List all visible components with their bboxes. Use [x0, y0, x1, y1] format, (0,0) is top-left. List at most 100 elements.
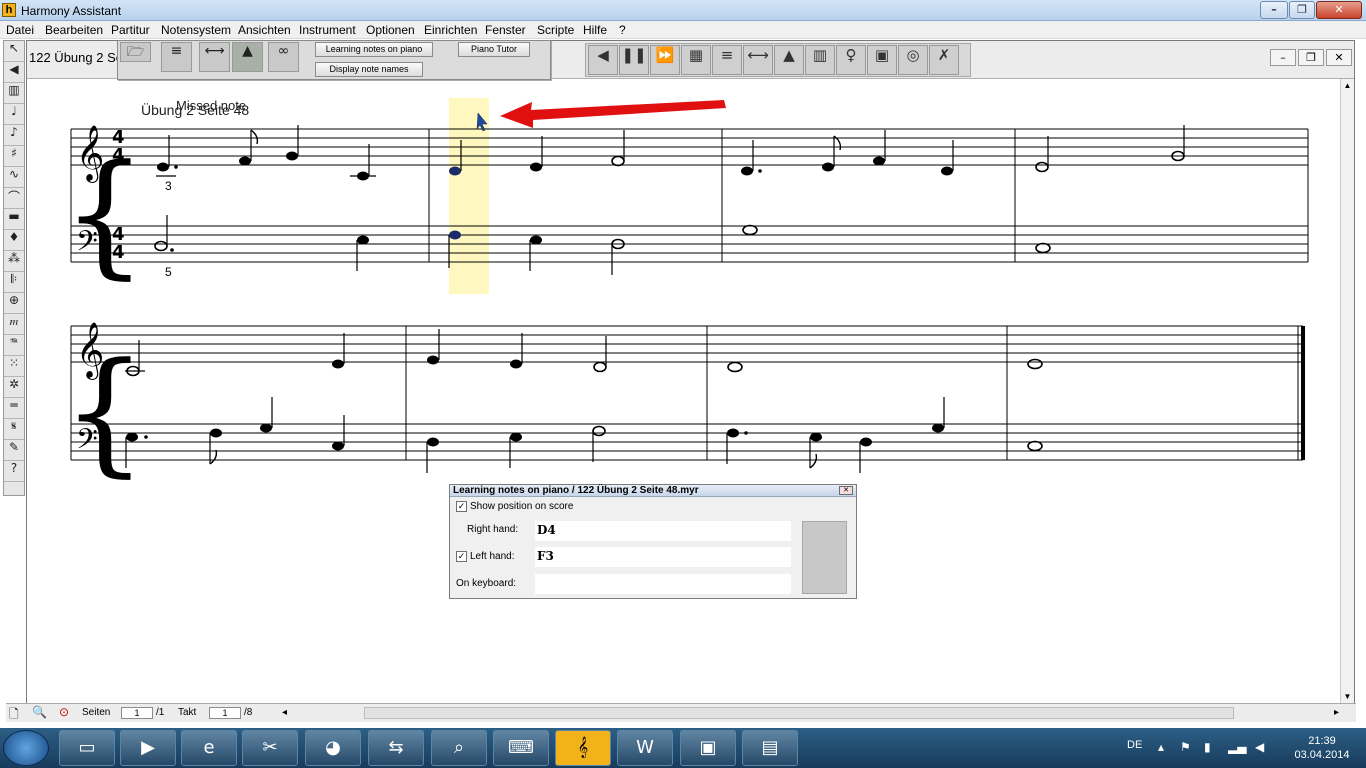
- metronome-icon[interactable]: ▲: [774, 45, 804, 75]
- language-indicator[interactable]: DE: [1127, 739, 1142, 751]
- articulation-tool-icon[interactable]: ♦: [4, 230, 24, 251]
- drums-icon[interactable]: ◎: [898, 45, 928, 75]
- pedal-tool-icon[interactable]: 𝆮: [4, 335, 24, 356]
- internet-explorer-icon[interactable]: e: [181, 730, 237, 766]
- media-player-icon[interactable]: ▶: [120, 730, 176, 766]
- notes-icon[interactable]: ▤: [742, 730, 798, 766]
- scroll-right-icon[interactable]: ▸: [1334, 707, 1339, 718]
- pause-icon[interactable]: ❚❚: [619, 45, 649, 75]
- vertical-scrollbar[interactable]: ▲ ▼: [1340, 79, 1354, 703]
- settings-tool-icon[interactable]: ✲: [4, 377, 24, 398]
- display-note-names-button[interactable]: Display note names: [315, 62, 423, 77]
- menu-bar: Datei Bearbeiten Partitur Notensystem An…: [0, 21, 1366, 39]
- grid-icon[interactable]: ▦: [681, 45, 711, 75]
- score-area[interactable]: Übung 2 Seite 48 Missed note { { 𝄞 𝄢 𝄞 𝄢 4…: [26, 80, 1340, 700]
- dialog-close-button[interactable]: ✕: [839, 486, 853, 495]
- tuplet-tool-icon[interactable]: ⁂: [4, 251, 24, 272]
- repeat-tool-icon[interactable]: 𝄆: [4, 272, 24, 293]
- jukebox-icon[interactable]: ▣: [867, 45, 897, 75]
- volume-icon[interactable]: ◀: [1255, 740, 1264, 754]
- close-button[interactable]: ✕: [1316, 1, 1362, 19]
- menu-datei[interactable]: Datei: [6, 23, 34, 37]
- menu-fenster[interactable]: Fenster: [485, 23, 526, 37]
- menu-optionen[interactable]: Optionen: [366, 23, 415, 37]
- start-button[interactable]: [3, 730, 49, 766]
- piano-tutor-button[interactable]: Piano Tutor: [458, 42, 530, 57]
- menu-hilfe[interactable]: Hilfe: [583, 23, 607, 37]
- zoom-icon[interactable]: 🔍: [32, 705, 47, 719]
- search-icon[interactable]: ⌕: [431, 730, 487, 766]
- rest-tool-icon[interactable]: ▬: [4, 209, 24, 230]
- menu-notensystem[interactable]: Notensystem: [161, 23, 231, 37]
- ornament-tool-icon[interactable]: ∿: [4, 167, 24, 188]
- svg-text:𝄢: 𝄢: [76, 423, 98, 463]
- left-hand-value: F3: [535, 547, 791, 567]
- eighth-note-tool-icon[interactable]: ♪: [4, 125, 24, 146]
- learning-notes-button[interactable]: Learning notes on piano: [315, 42, 433, 57]
- segno-tool-icon[interactable]: 𝄋: [4, 419, 24, 440]
- mixer-icon[interactable]: ▥: [805, 45, 835, 75]
- loop-icon[interactable]: ∞: [268, 42, 299, 72]
- doc-close-button[interactable]: ✕: [1326, 49, 1352, 66]
- pointer-tool-icon[interactable]: ↖: [4, 41, 24, 62]
- minimize-button[interactable]: –: [1260, 1, 1288, 19]
- horizontal-scroll-thumb[interactable]: [364, 707, 1234, 719]
- link-icon[interactable]: ⟷: [743, 45, 773, 75]
- link-icon[interactable]: ⟷: [199, 42, 230, 72]
- flag-icon[interactable]: ⚑: [1180, 740, 1191, 754]
- scroll-down-icon[interactable]: ▼: [1341, 692, 1354, 701]
- help-tool-icon[interactable]: ?: [4, 461, 24, 482]
- explorer-icon[interactable]: ▭: [59, 730, 115, 766]
- computer-icon[interactable]: ▣: [680, 730, 736, 766]
- menu-help-question[interactable]: ?: [619, 23, 626, 37]
- doc-maximize-button[interactable]: ❐: [1298, 49, 1324, 66]
- pencil-tool-icon[interactable]: ✎: [4, 440, 24, 461]
- menu-scripte[interactable]: Scripte: [537, 23, 574, 37]
- network-icon[interactable]: ⌨: [493, 730, 549, 766]
- scroll-up-icon[interactable]: ▲: [1341, 81, 1354, 90]
- open-folder-icon[interactable]: 🗁: [120, 42, 151, 62]
- hairpin-tool-icon[interactable]: ═: [4, 398, 24, 419]
- menu-bearbeiten[interactable]: Bearbeiten: [45, 23, 103, 37]
- chord-tool-icon[interactable]: ⁙: [4, 356, 24, 377]
- show-position-label: Show position on score: [470, 501, 574, 512]
- singer-icon[interactable]: ♀: [836, 45, 866, 75]
- show-position-checkbox[interactable]: ✓: [456, 501, 467, 512]
- menu-einrichten[interactable]: Einrichten: [424, 23, 477, 37]
- speaker-icon[interactable]: ◀: [588, 45, 618, 75]
- metronome-icon[interactable]: ▲: [232, 42, 263, 72]
- dynamics-tool-icon[interactable]: 𝆐: [4, 314, 24, 335]
- menu-instrument[interactable]: Instrument: [299, 23, 356, 37]
- keyboard-tool-icon[interactable]: ▥: [4, 83, 24, 104]
- paint-icon[interactable]: ◕: [305, 730, 361, 766]
- maximize-button[interactable]: ❐: [1289, 1, 1315, 19]
- snipping-tool-icon[interactable]: ✂: [242, 730, 298, 766]
- page-field[interactable]: 1: [121, 707, 153, 719]
- fast-forward-icon[interactable]: ⏩: [650, 45, 680, 75]
- scroll-left-icon[interactable]: ◂: [282, 707, 287, 718]
- keyboard-preview: [802, 521, 847, 594]
- bar-field[interactable]: 1: [209, 707, 241, 719]
- doc-minimize-button[interactable]: –: [1270, 49, 1296, 66]
- word-icon[interactable]: W: [617, 730, 673, 766]
- slur-tool-icon[interactable]: ⌒: [4, 188, 24, 209]
- harmony-assistant-icon[interactable]: 𝄞: [555, 730, 611, 766]
- staff-icon[interactable]: ≡: [712, 45, 742, 75]
- signal-icon[interactable]: ▂▄: [1228, 740, 1246, 754]
- staff-icon[interactable]: ≡: [161, 42, 192, 72]
- sharp-tool-icon[interactable]: ♯: [4, 146, 24, 167]
- coda-tool-icon[interactable]: ⊕: [4, 293, 24, 314]
- instrument-icon[interactable]: ✗: [929, 45, 959, 75]
- record-icon[interactable]: ⊙: [59, 705, 69, 719]
- remote-desktop-icon[interactable]: ⇆: [368, 730, 424, 766]
- tray-arrow-icon[interactable]: ▴: [1158, 740, 1164, 754]
- speaker-tool-icon[interactable]: ◀: [4, 62, 24, 83]
- new-page-icon[interactable]: 🗋: [9, 705, 19, 726]
- menu-ansichten[interactable]: Ansichten: [238, 23, 291, 37]
- left-hand-checkbox[interactable]: ✓: [456, 551, 467, 562]
- quarter-note-tool-icon[interactable]: ♩: [4, 104, 24, 125]
- clock[interactable]: 21:39 03.04.2014: [1290, 734, 1354, 762]
- battery-icon[interactable]: ▮: [1204, 740, 1211, 754]
- svg-text:3: 3: [165, 179, 172, 193]
- menu-partitur[interactable]: Partitur: [111, 23, 150, 37]
